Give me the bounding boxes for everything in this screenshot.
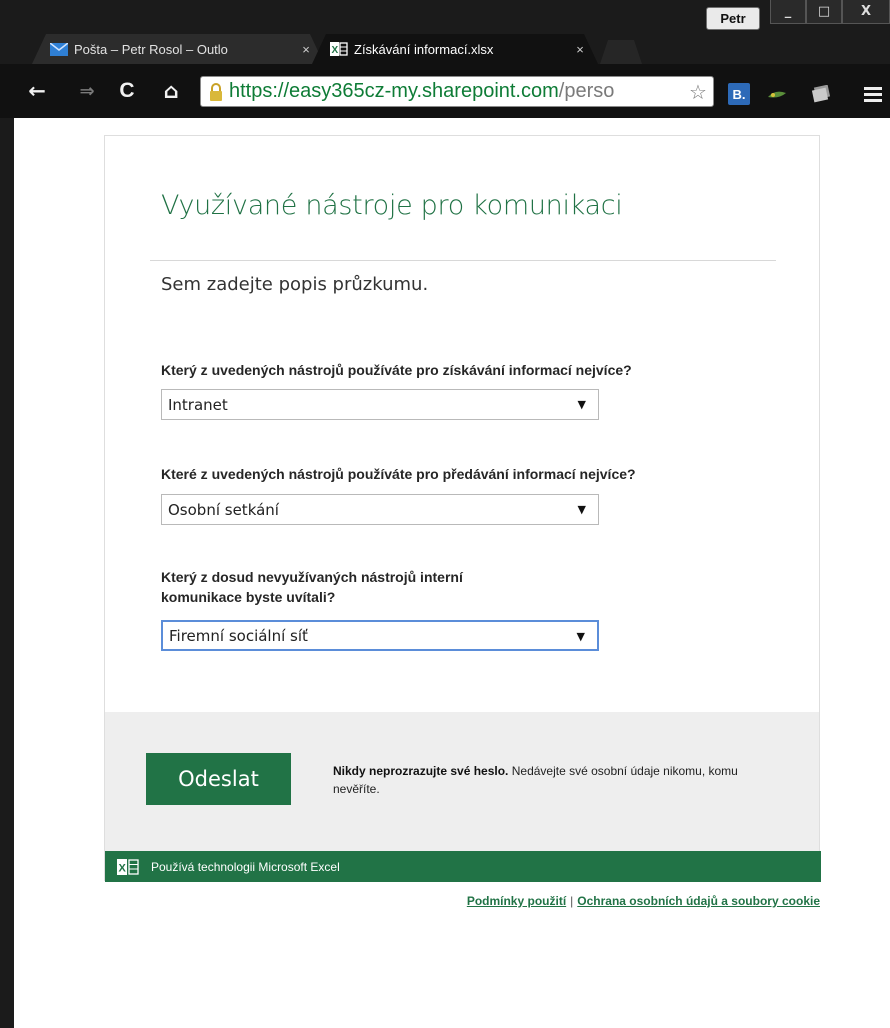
browser-window: Petr _ □ X Pošta – Petr Rosol – Outlo × … bbox=[0, 0, 890, 1028]
menu-icon[interactable] bbox=[862, 83, 884, 105]
close-tab-icon[interactable]: × bbox=[298, 42, 314, 57]
dropdown-arrow-icon: ▼ bbox=[577, 398, 586, 411]
submit-area: Odeslat Nikdy neprozrazujte své heslo. N… bbox=[105, 712, 819, 851]
forward-arrow-icon[interactable]: ⇒ bbox=[76, 80, 98, 102]
excel-logo-icon: X bbox=[117, 858, 139, 875]
maximize-button[interactable]: □ bbox=[806, 0, 842, 24]
mail-icon bbox=[50, 42, 68, 56]
footer-links: Podmínky použití | Ochrana osobních údajů … bbox=[467, 894, 820, 908]
question-2-label: Které z uvedených nástrojů používáte pro… bbox=[161, 466, 636, 482]
bookmark-extension-icon[interactable]: B. bbox=[728, 83, 750, 105]
close-tab-icon[interactable]: × bbox=[572, 42, 588, 57]
dropdown-arrow-icon: ▼ bbox=[576, 630, 585, 643]
question-1-label: Který z uvedených nástrojů používáte pro… bbox=[161, 362, 632, 378]
profile-button[interactable]: Petr bbox=[706, 7, 760, 30]
question-3-line-1: Který z dosud nevyužívaných nástrojů int… bbox=[161, 569, 463, 585]
question-2-select[interactable]: Osobní setkání ▼ bbox=[161, 494, 599, 525]
select-value: Osobní setkání bbox=[168, 500, 279, 519]
bookmark-star-icon[interactable]: ☆ bbox=[687, 80, 709, 104]
svg-text:X: X bbox=[332, 45, 339, 56]
survey-form: Využívané nástroje pro komunikaci Sem za… bbox=[104, 135, 821, 882]
survey-description: Sem zadejte popis průzkumu. bbox=[161, 274, 429, 295]
privacy-notice-bold: Nikdy neprozrazujte své heslo. bbox=[333, 764, 509, 778]
close-window-button[interactable]: X bbox=[842, 0, 890, 24]
home-icon[interactable]: ⌂ bbox=[160, 79, 182, 103]
privacy-notice: Nikdy neprozrazujte své heslo. Nedávejte… bbox=[333, 762, 773, 798]
url-text: https://easy365cz-my.sharepoint.com/pers… bbox=[229, 80, 615, 102]
page-viewport: Využívané nástroje pro komunikaci Sem za… bbox=[14, 118, 890, 1028]
tab-excel-survey[interactable]: X Získávání informací.xlsx × bbox=[312, 34, 598, 64]
window-controls: _ □ X bbox=[770, 0, 890, 26]
survey-title: Využívané nástroje pro komunikaci bbox=[161, 190, 623, 221]
select-value: Intranet bbox=[168, 395, 228, 414]
dropdown-arrow-icon: ▼ bbox=[577, 503, 586, 516]
question-1-select[interactable]: Intranet ▼ bbox=[161, 389, 599, 420]
title-divider bbox=[150, 260, 776, 261]
question-3-label: Který z dosud nevyužívaných nástrojů int… bbox=[161, 567, 463, 607]
powered-by-text: Používá technologii Microsoft Excel bbox=[151, 859, 340, 874]
submit-button[interactable]: Odeslat bbox=[146, 753, 291, 805]
address-bar[interactable]: https://easy365cz-my.sharepoint.com/pers… bbox=[200, 76, 714, 107]
browser-toolbar: ← ⇒ C ⌂ https://easy365cz-my.sharepoint.… bbox=[0, 64, 890, 118]
select-value: Firemní sociální síť bbox=[169, 626, 308, 645]
question-3-line-2: komunikace byste uvítali? bbox=[161, 589, 336, 605]
powered-by-bar: X Používá technologii Microsoft Excel bbox=[105, 851, 821, 882]
terms-link[interactable]: Podmínky použití bbox=[467, 894, 566, 908]
extension-leaf-icon[interactable] bbox=[766, 83, 788, 105]
excel-icon: X bbox=[330, 42, 348, 56]
privacy-cookies-link[interactable]: Ochrana osobních údajů a soubory cookie bbox=[577, 894, 820, 908]
extension-cards-icon[interactable] bbox=[810, 83, 832, 105]
tab-title: Získávání informací.xlsx bbox=[354, 41, 494, 57]
new-tab-button[interactable] bbox=[600, 40, 642, 64]
tab-title: Pošta – Petr Rosol – Outlo bbox=[74, 41, 228, 57]
svg-text:X: X bbox=[119, 862, 127, 874]
tab-outlook[interactable]: Pošta – Petr Rosol – Outlo × bbox=[32, 34, 324, 64]
question-3-select[interactable]: Firemní sociální síť ▼ bbox=[161, 620, 599, 651]
minimize-button[interactable]: _ bbox=[770, 0, 806, 24]
reload-icon[interactable]: C bbox=[116, 79, 138, 102]
back-arrow-icon[interactable]: ← bbox=[26, 79, 48, 103]
title-bar: Petr _ □ X bbox=[0, 0, 890, 34]
link-separator: | bbox=[570, 894, 574, 908]
lock-icon bbox=[209, 82, 223, 101]
